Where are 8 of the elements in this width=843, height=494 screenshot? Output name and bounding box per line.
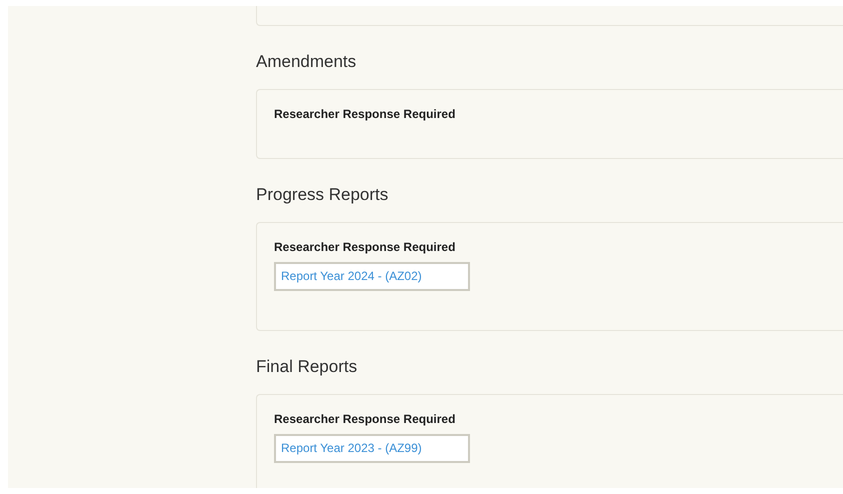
section-heading: Amendments bbox=[256, 51, 358, 73]
report-link[interactable]: Report Year 2024 - (AZ02) bbox=[274, 262, 470, 291]
card-label: Researcher Response Required bbox=[274, 239, 456, 255]
card-label: Researcher Response Required bbox=[274, 106, 456, 122]
section-heading: Final Reports bbox=[256, 356, 358, 378]
card-label: Researcher Response Required bbox=[274, 411, 456, 427]
report-link[interactable]: Report Year 2023 - (AZ99) bbox=[274, 434, 470, 463]
section-heading: Progress Reports bbox=[256, 184, 390, 206]
